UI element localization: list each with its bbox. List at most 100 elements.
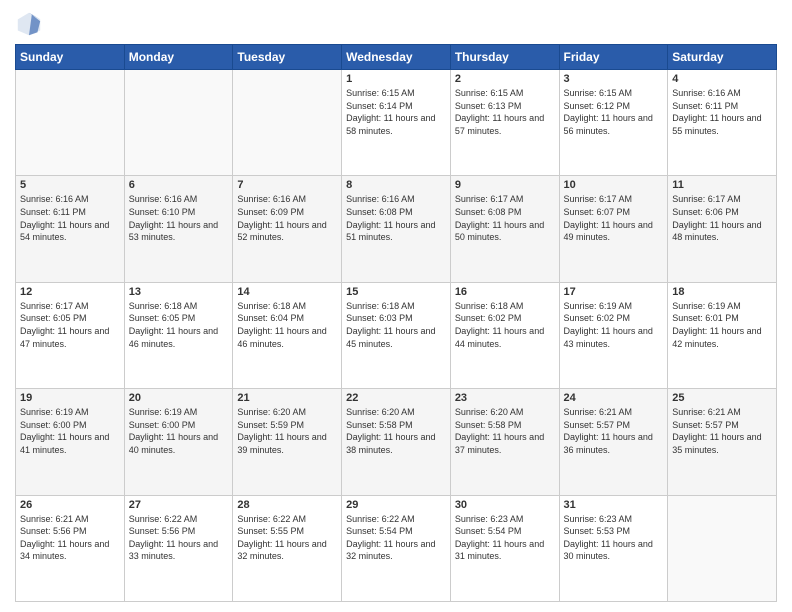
calendar-cell xyxy=(16,70,125,176)
day-number: 11 xyxy=(672,179,772,191)
day-number: 18 xyxy=(672,286,772,298)
day-info: Sunrise: 6:16 AMSunset: 6:11 PMDaylight:… xyxy=(20,193,120,243)
day-number: 25 xyxy=(672,392,772,404)
calendar-cell: 30 Sunrise: 6:23 AMSunset: 5:54 PMDayligh… xyxy=(450,495,559,601)
calendar-cell xyxy=(124,70,233,176)
week-row-5: 26 Sunrise: 6:21 AMSunset: 5:56 PMDayligh… xyxy=(16,495,777,601)
day-info: Sunrise: 6:18 AMSunset: 6:03 PMDaylight:… xyxy=(346,300,446,350)
day-number: 6 xyxy=(129,179,229,191)
day-info: Sunrise: 6:21 AMSunset: 5:57 PMDaylight:… xyxy=(564,406,664,456)
day-info: Sunrise: 6:18 AMSunset: 6:04 PMDaylight:… xyxy=(237,300,337,350)
logo xyxy=(15,10,47,38)
weekday-header-monday: Monday xyxy=(124,45,233,70)
day-info: Sunrise: 6:18 AMSunset: 6:05 PMDaylight:… xyxy=(129,300,229,350)
page-header xyxy=(15,10,777,38)
day-number: 10 xyxy=(564,179,664,191)
day-info: Sunrise: 6:17 AMSunset: 6:08 PMDaylight:… xyxy=(455,193,555,243)
weekday-header-tuesday: Tuesday xyxy=(233,45,342,70)
calendar-cell: 10 Sunrise: 6:17 AMSunset: 6:07 PMDayligh… xyxy=(559,176,668,282)
day-number: 17 xyxy=(564,286,664,298)
day-info: Sunrise: 6:17 AMSunset: 6:06 PMDaylight:… xyxy=(672,193,772,243)
calendar-cell: 22 Sunrise: 6:20 AMSunset: 5:58 PMDayligh… xyxy=(342,389,451,495)
calendar-cell: 14 Sunrise: 6:18 AMSunset: 6:04 PMDayligh… xyxy=(233,282,342,388)
day-number: 14 xyxy=(237,286,337,298)
day-info: Sunrise: 6:22 AMSunset: 5:55 PMDaylight:… xyxy=(237,513,337,563)
day-number: 5 xyxy=(20,179,120,191)
week-row-3: 12Sunrise: 6:17 AMSunset: 6:05 PMDayligh… xyxy=(16,282,777,388)
day-info: Sunrise: 6:21 AMSunset: 5:57 PMDaylight:… xyxy=(672,406,772,456)
day-info: Sunrise: 6:19 AMSunset: 6:00 PMDaylight:… xyxy=(20,406,120,456)
day-number: 22 xyxy=(346,392,446,404)
weekday-header-sunday: Sunday xyxy=(16,45,125,70)
day-number: 4 xyxy=(672,73,772,85)
day-number: 3 xyxy=(564,73,664,85)
calendar-cell: 29 Sunrise: 6:22 AMSunset: 5:54 PMDayligh… xyxy=(342,495,451,601)
day-number: 16 xyxy=(455,286,555,298)
calendar-page: SundayMondayTuesdayWednesdayThursdayFrid… xyxy=(0,0,792,612)
day-info: Sunrise: 6:18 AMSunset: 6:02 PMDaylight:… xyxy=(455,300,555,350)
day-info: Sunrise: 6:16 AMSunset: 6:10 PMDaylight:… xyxy=(129,193,229,243)
day-info: Sunrise: 6:22 AMSunset: 5:56 PMDaylight:… xyxy=(129,513,229,563)
calendar-cell xyxy=(668,495,777,601)
week-row-4: 19Sunrise: 6:19 AMSunset: 6:00 PMDayligh… xyxy=(16,389,777,495)
calendar-cell: 6 Sunrise: 6:16 AMSunset: 6:10 PMDaylight… xyxy=(124,176,233,282)
day-number: 8 xyxy=(346,179,446,191)
calendar-cell: 9 Sunrise: 6:17 AMSunset: 6:08 PMDaylight… xyxy=(450,176,559,282)
day-number: 12 xyxy=(20,286,120,298)
day-number: 9 xyxy=(455,179,555,191)
day-number: 21 xyxy=(237,392,337,404)
day-number: 15 xyxy=(346,286,446,298)
day-info: Sunrise: 6:22 AMSunset: 5:54 PMDaylight:… xyxy=(346,513,446,563)
calendar-cell xyxy=(233,70,342,176)
weekday-header-saturday: Saturday xyxy=(668,45,777,70)
day-number: 28 xyxy=(237,499,337,511)
day-number: 20 xyxy=(129,392,229,404)
calendar-cell: 20Sunrise: 6:19 AMSunset: 6:00 PMDayligh… xyxy=(124,389,233,495)
weekday-header-thursday: Thursday xyxy=(450,45,559,70)
week-row-1: 1Sunrise: 6:15 AMSunset: 6:14 PMDaylight… xyxy=(16,70,777,176)
calendar-cell: 7 Sunrise: 6:16 AMSunset: 6:09 PMDaylight… xyxy=(233,176,342,282)
calendar-cell: 24 Sunrise: 6:21 AMSunset: 5:57 PMDayligh… xyxy=(559,389,668,495)
day-info: Sunrise: 6:20 AMSunset: 5:58 PMDaylight:… xyxy=(346,406,446,456)
calendar-cell: 18 Sunrise: 6:19 AMSunset: 6:01 PMDayligh… xyxy=(668,282,777,388)
weekday-header-row: SundayMondayTuesdayWednesdayThursdayFrid… xyxy=(16,45,777,70)
calendar-cell: 19Sunrise: 6:19 AMSunset: 6:00 PMDayligh… xyxy=(16,389,125,495)
week-row-2: 5 Sunrise: 6:16 AMSunset: 6:11 PMDaylight… xyxy=(16,176,777,282)
day-info: Sunrise: 6:21 AMSunset: 5:56 PMDaylight:… xyxy=(20,513,120,563)
calendar-cell: 27 Sunrise: 6:22 AMSunset: 5:56 PMDayligh… xyxy=(124,495,233,601)
day-number: 30 xyxy=(455,499,555,511)
calendar-cell: 21 Sunrise: 6:20 AMSunset: 5:59 PMDayligh… xyxy=(233,389,342,495)
calendar-cell: 2 Sunrise: 6:15 AMSunset: 6:13 PMDaylight… xyxy=(450,70,559,176)
calendar-cell: 13Sunrise: 6:18 AMSunset: 6:05 PMDayligh… xyxy=(124,282,233,388)
day-info: Sunrise: 6:17 AMSunset: 6:07 PMDaylight:… xyxy=(564,193,664,243)
day-number: 2 xyxy=(455,73,555,85)
calendar-cell: 25 Sunrise: 6:21 AMSunset: 5:57 PMDayligh… xyxy=(668,389,777,495)
day-number: 7 xyxy=(237,179,337,191)
weekday-header-wednesday: Wednesday xyxy=(342,45,451,70)
calendar-cell: 17 Sunrise: 6:19 AMSunset: 6:02 PMDayligh… xyxy=(559,282,668,388)
day-number: 26 xyxy=(20,499,120,511)
day-info: Sunrise: 6:23 AMSunset: 5:54 PMDaylight:… xyxy=(455,513,555,563)
day-info: Sunrise: 6:15 AMSunset: 6:13 PMDaylight:… xyxy=(455,87,555,137)
calendar-cell: 15 Sunrise: 6:18 AMSunset: 6:03 PMDayligh… xyxy=(342,282,451,388)
day-info: Sunrise: 6:20 AMSunset: 5:58 PMDaylight:… xyxy=(455,406,555,456)
day-info: Sunrise: 6:23 AMSunset: 5:53 PMDaylight:… xyxy=(564,513,664,563)
day-info: Sunrise: 6:16 AMSunset: 6:09 PMDaylight:… xyxy=(237,193,337,243)
calendar-cell: 28 Sunrise: 6:22 AMSunset: 5:55 PMDayligh… xyxy=(233,495,342,601)
day-number: 27 xyxy=(129,499,229,511)
calendar-cell: 31 Sunrise: 6:23 AMSunset: 5:53 PMDayligh… xyxy=(559,495,668,601)
day-number: 24 xyxy=(564,392,664,404)
day-number: 23 xyxy=(455,392,555,404)
calendar-cell: 8 Sunrise: 6:16 AMSunset: 6:08 PMDaylight… xyxy=(342,176,451,282)
day-number: 29 xyxy=(346,499,446,511)
day-info: Sunrise: 6:20 AMSunset: 5:59 PMDaylight:… xyxy=(237,406,337,456)
day-info: Sunrise: 6:16 AMSunset: 6:08 PMDaylight:… xyxy=(346,193,446,243)
calendar-table: SundayMondayTuesdayWednesdayThursdayFrid… xyxy=(15,44,777,602)
day-info: Sunrise: 6:19 AMSunset: 6:01 PMDaylight:… xyxy=(672,300,772,350)
calendar-cell: 26 Sunrise: 6:21 AMSunset: 5:56 PMDayligh… xyxy=(16,495,125,601)
calendar-cell: 4Sunrise: 6:16 AMSunset: 6:11 PMDaylight… xyxy=(668,70,777,176)
day-info: Sunrise: 6:19 AMSunset: 6:02 PMDaylight:… xyxy=(564,300,664,350)
day-number: 31 xyxy=(564,499,664,511)
calendar-cell: 5 Sunrise: 6:16 AMSunset: 6:11 PMDaylight… xyxy=(16,176,125,282)
day-info: Sunrise: 6:15 AMSunset: 6:14 PMDaylight:… xyxy=(346,87,446,137)
